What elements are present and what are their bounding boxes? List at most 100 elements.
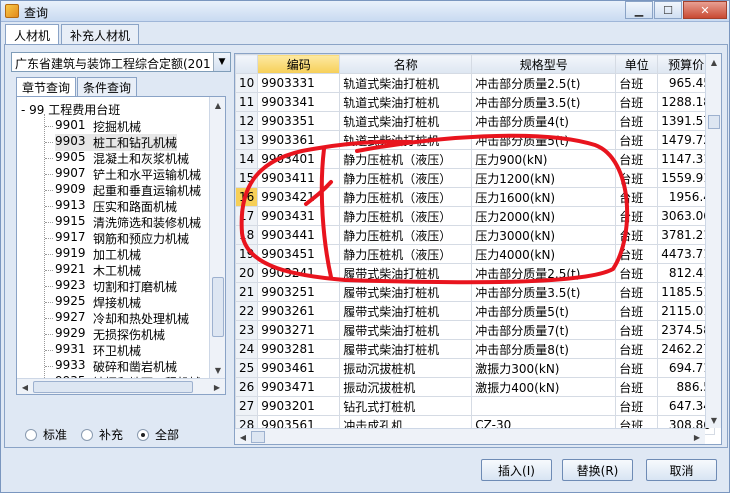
chevron-down-icon[interactable]: ▼ bbox=[213, 53, 230, 71]
cell-spec[interactable]: 压力1600(kN) bbox=[471, 187, 617, 207]
radio-standard[interactable]: 标准 bbox=[25, 426, 67, 443]
cell-code[interactable]: 9903411 bbox=[257, 168, 341, 188]
cell-unit[interactable]: 台班 bbox=[615, 92, 659, 112]
cell-code[interactable]: 9903281 bbox=[257, 339, 341, 359]
cell-name[interactable]: 履带式柴油打桩机 bbox=[339, 301, 473, 321]
row-number[interactable]: 24 bbox=[235, 339, 259, 359]
tree-item[interactable]: 9913 压实和路面机械 bbox=[45, 198, 177, 215]
cell-spec[interactable] bbox=[471, 396, 617, 416]
cell-name[interactable]: 钻孔式打桩机 bbox=[339, 396, 473, 416]
cell-unit[interactable]: 台班 bbox=[615, 130, 659, 150]
table-row[interactable]: 15 9903411 静力压桩机（液压） 压力1200(kN) 台班 1559.91 bbox=[235, 168, 715, 188]
table-row[interactable]: 24 9903281 履带式柴油打桩机 冲击部分质量8(t) 台班 2462.27 bbox=[235, 339, 715, 359]
table-row[interactable]: 22 9903261 履带式柴油打桩机 冲击部分质量5(t) 台班 2115.01 bbox=[235, 301, 715, 321]
table-row[interactable]: 18 9903441 静力压桩机（液压） 压力3000(kN) 台班 3781.21 bbox=[235, 225, 715, 245]
scroll-up-icon[interactable]: ▲ bbox=[210, 97, 225, 113]
cell-name[interactable]: 轨道式柴油打桩机 bbox=[339, 92, 473, 112]
tree-item[interactable]: 9903 桩工和钻孔机械 bbox=[45, 134, 178, 151]
cell-name[interactable]: 静力压桩机（液压） bbox=[339, 244, 473, 264]
cell-name[interactable]: 履带式柴油打桩机 bbox=[339, 263, 473, 283]
tree-item[interactable]: 9921 木工机械 bbox=[45, 262, 141, 279]
cell-code[interactable]: 9903351 bbox=[257, 111, 341, 131]
cell-code[interactable]: 9903201 bbox=[257, 396, 341, 416]
cell-code[interactable]: 9903261 bbox=[257, 301, 341, 321]
tree-item[interactable]: 9901 挖掘机械 bbox=[45, 118, 141, 135]
cell-name[interactable]: 轨道式柴油打桩机 bbox=[339, 130, 473, 150]
table-row[interactable]: 10 9903331 轨道式柴油打桩机 冲击部分质量2.5(t) 台班 965.45 bbox=[235, 73, 715, 93]
table-row[interactable]: 12 9903351 轨道式柴油打桩机 冲击部分质量4(t) 台班 1391.57 bbox=[235, 111, 715, 131]
radio-dot[interactable] bbox=[137, 428, 150, 441]
column-header-unit[interactable]: 单位 bbox=[615, 54, 659, 74]
cell-unit[interactable]: 台班 bbox=[615, 377, 659, 397]
scroll-thumb[interactable] bbox=[708, 115, 720, 129]
cell-unit[interactable]: 台班 bbox=[615, 73, 659, 93]
row-number[interactable]: 15 bbox=[235, 168, 259, 188]
table-row[interactable]: 23 9903271 履带式柴油打桩机 冲击部分质量7(t) 台班 2374.58 bbox=[235, 320, 715, 340]
scroll-down-icon[interactable]: ▼ bbox=[210, 362, 225, 378]
row-number[interactable]: 13 bbox=[235, 130, 259, 150]
cell-spec[interactable]: 冲击部分质量7(t) bbox=[471, 320, 617, 340]
cell-unit[interactable]: 台班 bbox=[615, 358, 659, 378]
table-row[interactable]: 13 9903361 轨道式柴油打桩机 冲击部分质量5(t) 台班 1479.72 bbox=[235, 130, 715, 150]
tree-item[interactable]: 9915 清洗筛选和装修机械 bbox=[45, 214, 201, 231]
row-number[interactable]: 27 bbox=[235, 396, 259, 416]
cell-code[interactable]: 9903441 bbox=[257, 225, 341, 245]
row-number[interactable]: 10 bbox=[235, 73, 259, 93]
grid-horizontal-scrollbar[interactable]: ◀ ▶ bbox=[235, 428, 705, 444]
scroll-right-icon[interactable]: ▶ bbox=[689, 429, 705, 444]
cell-unit[interactable]: 台班 bbox=[615, 396, 659, 416]
tree-item[interactable]: 9905 混凝土和灰浆机械 bbox=[45, 150, 189, 167]
cell-spec[interactable]: 冲击部分质量2.5(t) bbox=[471, 263, 617, 283]
cell-spec[interactable]: 冲击部分质量3.5(t) bbox=[471, 282, 617, 302]
row-number[interactable]: 14 bbox=[235, 149, 259, 169]
cell-unit[interactable]: 台班 bbox=[615, 187, 659, 207]
cell-unit[interactable]: 台班 bbox=[615, 301, 659, 321]
tree-item[interactable]: 9927 冷却和热处理机械 bbox=[45, 310, 189, 327]
cell-code[interactable]: 9903461 bbox=[257, 358, 341, 378]
column-header-spec[interactable]: 规格型号 bbox=[471, 54, 617, 74]
row-number[interactable]: 20 bbox=[235, 263, 259, 283]
cell-unit[interactable]: 台班 bbox=[615, 149, 659, 169]
tab-condition-query[interactable]: 条件查询 bbox=[77, 77, 138, 96]
table-row[interactable]: 21 9903251 履带式柴油打桩机 冲击部分质量3.5(t) 台班 1185.51 bbox=[235, 282, 715, 302]
cell-unit[interactable]: 台班 bbox=[615, 263, 659, 283]
quota-select[interactable]: 广东省建筑与装饰工程综合定额(201 ▼ bbox=[11, 52, 231, 72]
table-row[interactable]: 17 9903431 静力压桩机（液压） 压力2000(kN) 台班 3063.06 bbox=[235, 206, 715, 226]
cell-spec[interactable]: 激振力400(kN) bbox=[471, 377, 617, 397]
cell-name[interactable]: 振动沉拔桩机 bbox=[339, 358, 473, 378]
cell-name[interactable]: 轨道式柴油打桩机 bbox=[339, 73, 473, 93]
tree-horizontal-scrollbar[interactable]: ◀ ▶ bbox=[17, 378, 225, 394]
scroll-up-icon[interactable]: ▲ bbox=[706, 54, 721, 70]
table-row[interactable]: 16 9903421 静力压桩机（液压） 压力1600(kN) 台班 1956.4 bbox=[235, 187, 715, 207]
tree-root[interactable]: - 99 工程费用台班 bbox=[21, 101, 120, 118]
cell-name[interactable]: 振动沉拔桩机 bbox=[339, 377, 473, 397]
cell-code[interactable]: 9903241 bbox=[257, 263, 341, 283]
table-row[interactable]: 20 9903241 履带式柴油打桩机 冲击部分质量2.5(t) 台班 812.41 bbox=[235, 263, 715, 283]
cell-unit[interactable]: 台班 bbox=[615, 282, 659, 302]
cell-name[interactable]: 轨道式柴油打桩机 bbox=[339, 111, 473, 131]
minimize-button[interactable]: ▁ bbox=[625, 1, 653, 19]
tree-item[interactable]: 9925 焊接机械 bbox=[45, 294, 141, 311]
cell-spec[interactable]: 压力2000(kN) bbox=[471, 206, 617, 226]
cell-spec[interactable]: 压力4000(kN) bbox=[471, 244, 617, 264]
scroll-thumb[interactable] bbox=[212, 277, 224, 337]
tree-item[interactable]: 9907 铲土和水平运输机械 bbox=[45, 166, 201, 183]
cell-name[interactable]: 静力压桩机（液压） bbox=[339, 187, 473, 207]
close-button[interactable]: ✕ bbox=[683, 1, 727, 19]
scroll-thumb[interactable] bbox=[33, 381, 193, 393]
row-number[interactable]: 22 bbox=[235, 301, 259, 321]
cell-unit[interactable]: 台班 bbox=[615, 320, 659, 340]
column-header-code[interactable]: 编码 bbox=[257, 54, 341, 74]
cell-spec[interactable]: 压力900(kN) bbox=[471, 149, 617, 169]
table-row[interactable]: 25 9903461 振动沉拔桩机 激振力300(kN) 台班 694.71 bbox=[235, 358, 715, 378]
tab-supplementary-materials[interactable]: 补充人材机 bbox=[61, 24, 140, 44]
row-number[interactable]: 26 bbox=[235, 377, 259, 397]
tree-item[interactable]: 9923 切割和打磨机械 bbox=[45, 278, 177, 295]
tree-item[interactable]: 9929 无损探伤机械 bbox=[45, 326, 165, 343]
replace-button[interactable]: 替换(R) bbox=[562, 459, 633, 481]
cell-spec[interactable]: 激振力300(kN) bbox=[471, 358, 617, 378]
table-row[interactable]: 19 9903451 静力压桩机（液压） 压力4000(kN) 台班 4473.71 bbox=[235, 244, 715, 264]
cell-spec[interactable]: 冲击部分质量8(t) bbox=[471, 339, 617, 359]
table-row[interactable]: 26 9903471 振动沉拔桩机 激振力400(kN) 台班 886.5 bbox=[235, 377, 715, 397]
cell-code[interactable]: 9903341 bbox=[257, 92, 341, 112]
